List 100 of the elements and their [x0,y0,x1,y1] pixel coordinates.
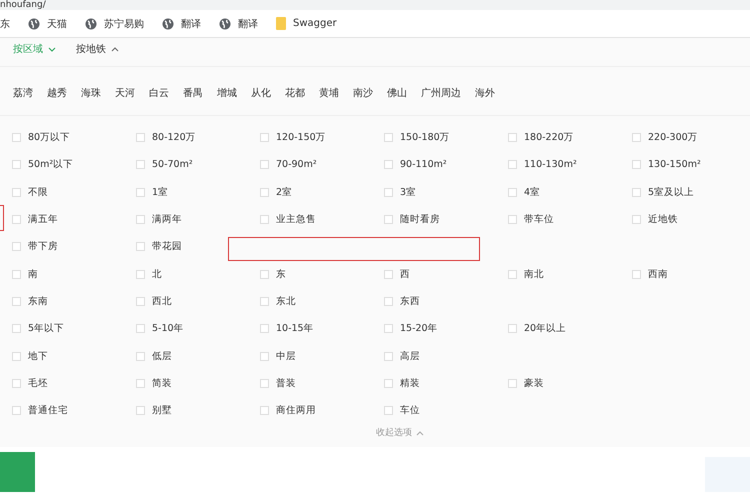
tab-background [0,452,35,492]
option-label: 满五年 [28,213,58,226]
checkbox[interactable] [632,188,641,197]
option-label: 70-90m² [276,159,317,170]
checkbox[interactable] [384,378,393,388]
checkbox[interactable] [260,188,269,197]
district-link[interactable]: 佛山 [380,86,414,100]
checkbox[interactable] [260,296,269,306]
checkbox[interactable] [136,270,145,279]
checkbox[interactable] [508,378,517,388]
checkbox[interactable] [260,215,269,224]
checkbox[interactable] [508,215,517,224]
checkbox[interactable] [384,324,393,334]
checkbox[interactable] [384,270,393,279]
district-link[interactable]: 海外 [468,86,502,100]
checkbox[interactable] [260,352,269,361]
checkbox[interactable] [260,406,269,416]
district-link[interactable]: 花都 [278,86,312,100]
checkbox[interactable] [508,270,517,279]
globe-icon [28,18,40,30]
district-link[interactable]: 黄埔 [312,86,346,100]
checkbox[interactable] [12,215,21,224]
district-link[interactable]: 从化 [244,86,278,100]
checkbox[interactable] [508,324,517,334]
checkbox[interactable] [136,242,145,252]
checkbox[interactable] [12,296,21,306]
checkbox[interactable] [508,133,517,142]
option-label: 近地铁 [648,213,678,226]
district-link[interactable]: 番禺 [176,86,210,100]
option-label: 东 [276,268,286,281]
bookmark-link[interactable]: Swagger [293,18,337,29]
option-label: 西北 [152,294,172,308]
checkbox[interactable] [12,133,21,142]
globe-icon [85,18,97,30]
checkbox[interactable] [136,160,145,170]
district-link[interactable]: 增城 [210,86,244,100]
checkbox[interactable] [136,188,145,197]
address-text[interactable]: nhoufang/ [0,0,46,10]
checkbox[interactable] [12,242,21,252]
option-label: 普装 [276,376,296,390]
district-link[interactable]: 越秀 [40,86,74,100]
checkbox[interactable] [136,133,145,142]
district-link[interactable]: 天河 [108,86,142,100]
district-link[interactable]: 海珠 [74,86,108,100]
district-link[interactable]: 荔湾 [6,86,40,100]
checkbox[interactable] [632,160,641,170]
checkbox[interactable] [508,160,517,170]
checkbox[interactable] [384,296,393,306]
option-label: 90-110m² [400,159,447,170]
checkbox[interactable] [136,296,145,306]
bookmark-link[interactable]: 翻译 [238,16,258,30]
option-label: 5室及以上 [648,186,694,199]
bookmark-link[interactable]: 东 [0,16,10,30]
checkbox[interactable] [384,215,393,224]
checkbox[interactable] [136,406,145,416]
checkbox[interactable] [136,352,145,361]
option-label: 西 [400,268,410,281]
search-tab[interactable]: 按地铁 [76,42,119,56]
option-label: 不限 [28,186,48,199]
checkbox[interactable] [136,378,145,388]
checkbox[interactable] [12,270,21,279]
option-label: 5-10年 [152,322,184,336]
option-label: 120-150万 [276,131,326,144]
checkbox[interactable] [260,270,269,279]
bookmark-link[interactable]: 苏宁易购 [104,16,144,30]
checkbox[interactable] [384,133,393,142]
option-label: 别墅 [152,404,172,418]
option-label: 带下房 [28,240,58,254]
checkbox[interactable] [632,270,641,279]
checkbox[interactable] [12,324,21,334]
checkbox[interactable] [136,324,145,334]
bookmark-link[interactable]: 翻译 [181,16,201,30]
district-link[interactable]: 白云 [142,86,176,100]
district-link[interactable]: 南沙 [346,86,380,100]
checkbox[interactable] [12,406,21,416]
district-link[interactable]: 广州周边 [414,86,468,100]
option-label: 商住两用 [276,404,316,418]
caret-icon [416,430,424,436]
checkbox[interactable] [384,352,393,361]
checkbox[interactable] [12,188,21,197]
checkbox[interactable] [632,215,641,224]
checkbox[interactable] [260,324,269,334]
checkbox[interactable] [632,133,641,142]
checkbox[interactable] [384,406,393,416]
checkbox[interactable] [12,378,21,388]
checkbox[interactable] [384,160,393,170]
checkbox[interactable] [508,188,517,197]
checkbox[interactable] [384,188,393,197]
checkbox[interactable] [260,378,269,388]
option-label: 2室 [276,186,292,199]
option-label: 业主急售 [276,213,316,226]
checkbox[interactable] [12,160,21,170]
option-label: 带花园 [152,240,182,254]
option-label: 毛坯 [28,376,48,390]
checkbox[interactable] [136,215,145,224]
option-label: 3室 [400,186,416,199]
bookmark-link[interactable]: 天猫 [47,16,67,30]
checkbox[interactable] [260,133,269,142]
checkbox[interactable] [260,160,269,170]
checkbox[interactable] [12,352,21,361]
